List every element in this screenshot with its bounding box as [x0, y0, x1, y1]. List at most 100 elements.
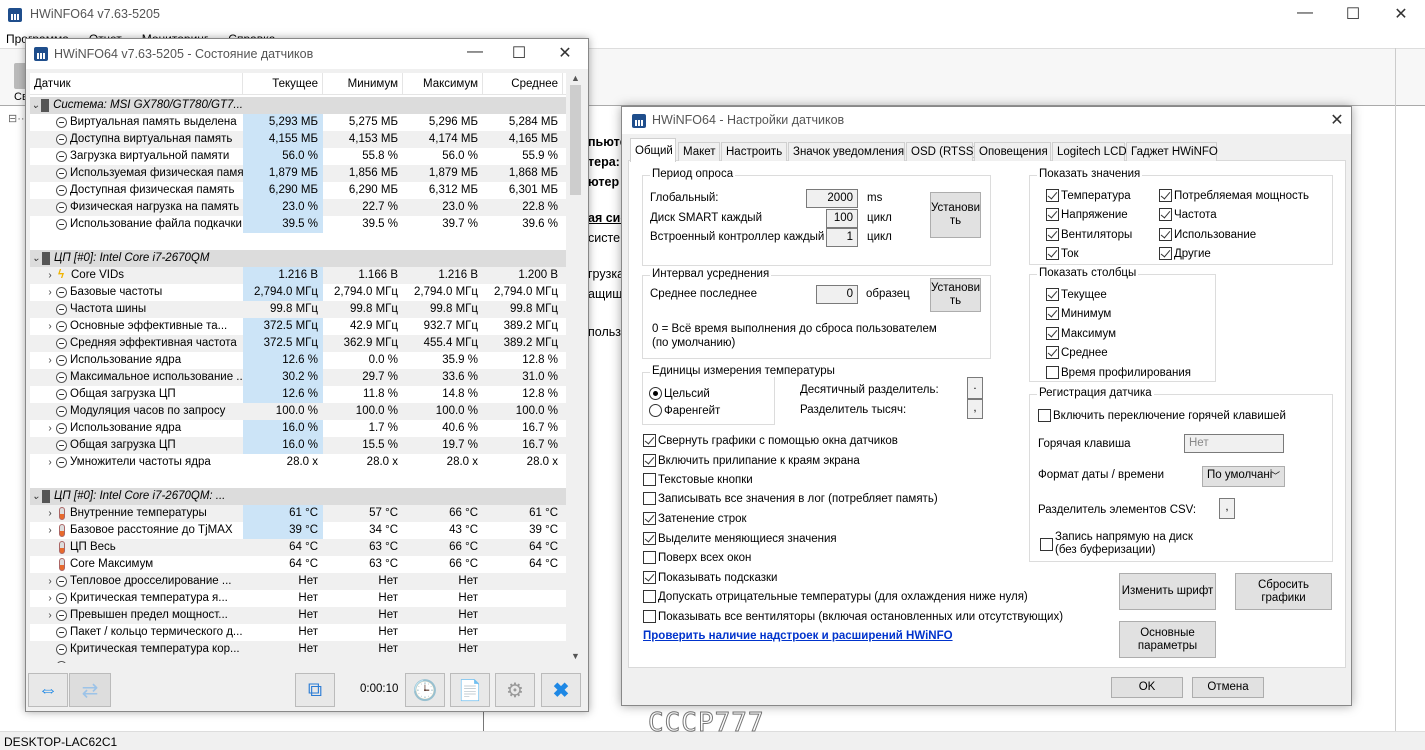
maximize-button[interactable]: ☐: [504, 43, 534, 63]
table-row[interactable]: › Превышен предел мощност... Нет Нет Нет: [30, 607, 566, 624]
table-row[interactable]: Общая загрузка ЦП 12.6 % 11.8 % 14.8 % 12.8 …: [30, 386, 566, 403]
decimal-separator-input[interactable]: .: [967, 377, 983, 399]
maximize-button[interactable]: ☐: [1338, 4, 1368, 24]
hotkey-input[interactable]: Нет: [1184, 434, 1284, 453]
vertical-scrollbar[interactable]: ▲ ▼: [567, 73, 584, 663]
tab-3[interactable]: Значок уведомления: [788, 142, 905, 161]
csv-separator-input[interactable]: ,: [1219, 498, 1235, 519]
table-row[interactable]: Core Максимум 64 °C 63 °C 66 °C 64 °C: [30, 556, 566, 573]
table-row[interactable]: Пакет / кольцо термического д... Нет Нет Не…: [30, 624, 566, 641]
table-row[interactable]: Использование файла подкачки 39.5 % 39.5 %…: [30, 216, 566, 233]
tab-2[interactable]: Настроить: [721, 142, 787, 161]
col-sensor[interactable]: Датчик: [30, 73, 243, 94]
table-row[interactable]: › Тепловое дросселирование ... Нет Нет Нет: [30, 573, 566, 590]
option-checkbox[interactable]: Поверх всех окон: [643, 551, 751, 564]
chevron-right-icon[interactable]: ›: [44, 318, 56, 335]
reset-graphs-button[interactable]: Сбросить графики: [1235, 573, 1332, 610]
table-row[interactable]: › Базовые частоты 2,794.0 МГц 2,794.0 МГц 2,…: [30, 284, 566, 301]
table-row[interactable]: › Основные эффективные та... 372.5 МГц 42.9…: [30, 318, 566, 335]
ok-button[interactable]: OK: [1111, 677, 1183, 698]
tab-0[interactable]: Общий: [630, 138, 676, 162]
option-checkbox[interactable]: Выделите меняющиеся значения: [643, 532, 837, 545]
tab-5[interactable]: Оповещения: [974, 142, 1051, 161]
chevron-right-icon[interactable]: ›: [44, 573, 56, 590]
table-row[interactable]: › Базовое расстояние до TjMAX 39 °C 34 °C 43…: [30, 522, 566, 539]
chevron-right-icon[interactable]: ›: [44, 420, 56, 437]
table-row[interactable]: Частота шины 99.8 МГц 99.8 МГц 99.8 МГц 99.8…: [30, 301, 566, 318]
scrollbar-thumb[interactable]: [570, 85, 581, 195]
addons-link[interactable]: Проверить наличие надстроек и расширений…: [643, 630, 953, 642]
tab-7[interactable]: Гаджет HWiNFO: [1126, 142, 1218, 161]
option-checkbox[interactable]: Свернуть графики с помощью окна датчиков: [643, 434, 898, 447]
option-checkbox[interactable]: Затенение строк: [643, 512, 747, 525]
col-max[interactable]: Максимум: [403, 73, 483, 94]
table-row[interactable]: › Критическая температура я... Нет Нет Нет: [30, 590, 566, 607]
set-poll-button[interactable]: Установи ть: [930, 192, 981, 238]
smart-poll-input[interactable]: 100: [826, 209, 858, 228]
chevron-down-icon[interactable]: ⌄: [30, 250, 42, 267]
table-row[interactable]: Максимальное использование ... 30.2 % 29.7…: [30, 369, 566, 386]
global-poll-input[interactable]: 2000: [806, 189, 858, 208]
option-checkbox[interactable]: Текстовые кнопки: [643, 473, 753, 486]
tree-collapse-icon[interactable]: ⊟··: [8, 112, 25, 125]
minimize-button[interactable]: —: [1290, 4, 1320, 22]
set-avg-button[interactable]: Установи ть: [930, 278, 981, 312]
date-format-select[interactable]: По умолчані ﹀: [1202, 466, 1285, 487]
ec-poll-input[interactable]: 1: [826, 228, 858, 247]
show-column-checkbox[interactable]: Время профилирования: [1046, 366, 1191, 379]
chevron-right-icon[interactable]: ›: [44, 352, 56, 369]
change-font-button[interactable]: Изменить шрифт: [1119, 573, 1216, 610]
direct-write-checkbox[interactable]: Запись напрямую на диск (без буферизации…: [1040, 531, 1215, 557]
table-row[interactable]: › Умножители частоты ядра 28.0 x 28.0 x 28.0…: [30, 454, 566, 471]
table-row[interactable]: Модуляция часов по запросу 100.0 % 100.0 %…: [30, 403, 566, 420]
table-row[interactable]: › Использование ядра 12.6 % 0.0 % 35.9 % 12.8…: [30, 352, 566, 369]
chevron-right-icon[interactable]: ›: [44, 284, 56, 301]
table-row[interactable]: Используемая физическая память 1,879 МБ 1,…: [30, 165, 566, 182]
log-file-button[interactable]: 📄: [450, 673, 490, 707]
table-row[interactable]: Физическая нагрузка на память 23.0 % 22.7 …: [30, 199, 566, 216]
show-column-checkbox[interactable]: Текущее: [1046, 288, 1107, 301]
table-row[interactable]: Доступная физическая память 6,290 МБ 6,290…: [30, 182, 566, 199]
show-value-checkbox[interactable]: Температура: [1046, 189, 1131, 202]
chevron-down-icon[interactable]: ⌄: [30, 488, 42, 505]
col-current[interactable]: Текущее: [243, 73, 323, 94]
show-value-checkbox[interactable]: Использование: [1159, 228, 1256, 241]
clock-reset-button[interactable]: 🕒: [405, 673, 445, 707]
table-row[interactable]: Общая загрузка ЦП 16.0 % 15.5 % 19.7 % 16.7 …: [30, 437, 566, 454]
table-row[interactable]: › Внутренние температуры 61 °C 57 °C 66 °C 61…: [30, 505, 566, 522]
close-button[interactable]: ✕: [550, 43, 580, 63]
tab-6[interactable]: Logitech LCD: [1052, 142, 1127, 161]
chevron-right-icon[interactable]: ›: [44, 590, 56, 607]
network-icon[interactable]: ⧉: [295, 673, 335, 707]
sensor-group-row[interactable]: ⌄ ЦП [#0]: Intel Core i7-2670QM: [30, 250, 566, 267]
option-checkbox[interactable]: Показывать подсказки: [643, 571, 777, 584]
sensor-group-row[interactable]: ⌄ Система: MSI GX780/GT780/GT7...: [30, 97, 566, 114]
expand-arrows-button[interactable]: ⇔: [28, 673, 68, 707]
option-checkbox[interactable]: Показывать все вентиляторы (включая оста…: [643, 610, 1063, 623]
hotkey-toggle-checkbox[interactable]: Включить переключение горячей клавишей: [1038, 409, 1286, 422]
close-button[interactable]: ✕: [1386, 4, 1416, 24]
collapse-arrows-button[interactable]: ⇄: [69, 673, 111, 707]
show-value-checkbox[interactable]: Вентиляторы: [1046, 228, 1132, 241]
chevron-right-icon[interactable]: ›: [44, 505, 56, 522]
cancel-button[interactable]: Отмена: [1192, 677, 1264, 698]
show-value-checkbox[interactable]: Потребляемая мощность: [1159, 189, 1309, 202]
radio-fahrenheit[interactable]: Фаренгейт: [649, 404, 720, 417]
table-row[interactable]: Виртуальная память выделена 5,293 МБ 5,275…: [30, 114, 566, 131]
col-min[interactable]: Минимум: [323, 73, 403, 94]
col-avg[interactable]: Среднее: [483, 73, 563, 94]
gear-icon[interactable]: ⚙: [495, 673, 535, 707]
table-row[interactable]: › Использование ядра 16.0 % 1.7 % 40.6 % 16.7…: [30, 420, 566, 437]
show-value-checkbox[interactable]: Ток: [1046, 247, 1079, 260]
show-value-checkbox[interactable]: Частота: [1159, 208, 1217, 221]
chevron-right-icon[interactable]: ›: [44, 267, 56, 284]
show-value-checkbox[interactable]: Другие: [1159, 247, 1211, 260]
tab-4[interactable]: OSD (RTSS): [906, 142, 977, 161]
table-row[interactable]: ЦП Весь 64 °C 63 °C 66 °C 64 °C: [30, 539, 566, 556]
sensor-group-row[interactable]: ⌄ ЦП [#0]: Intel Core i7-2670QM: ...: [30, 488, 566, 505]
show-column-checkbox[interactable]: Минимум: [1046, 307, 1111, 320]
avg-samples-input[interactable]: 0: [816, 285, 858, 304]
tab-1[interactable]: Макет: [678, 142, 720, 161]
table-row[interactable]: › ϟ Core VIDs 1.216 В 1.166 В 1.216 В 1.200 В: [30, 267, 566, 284]
option-checkbox[interactable]: Включить прилипание к краям экрана: [643, 454, 860, 467]
